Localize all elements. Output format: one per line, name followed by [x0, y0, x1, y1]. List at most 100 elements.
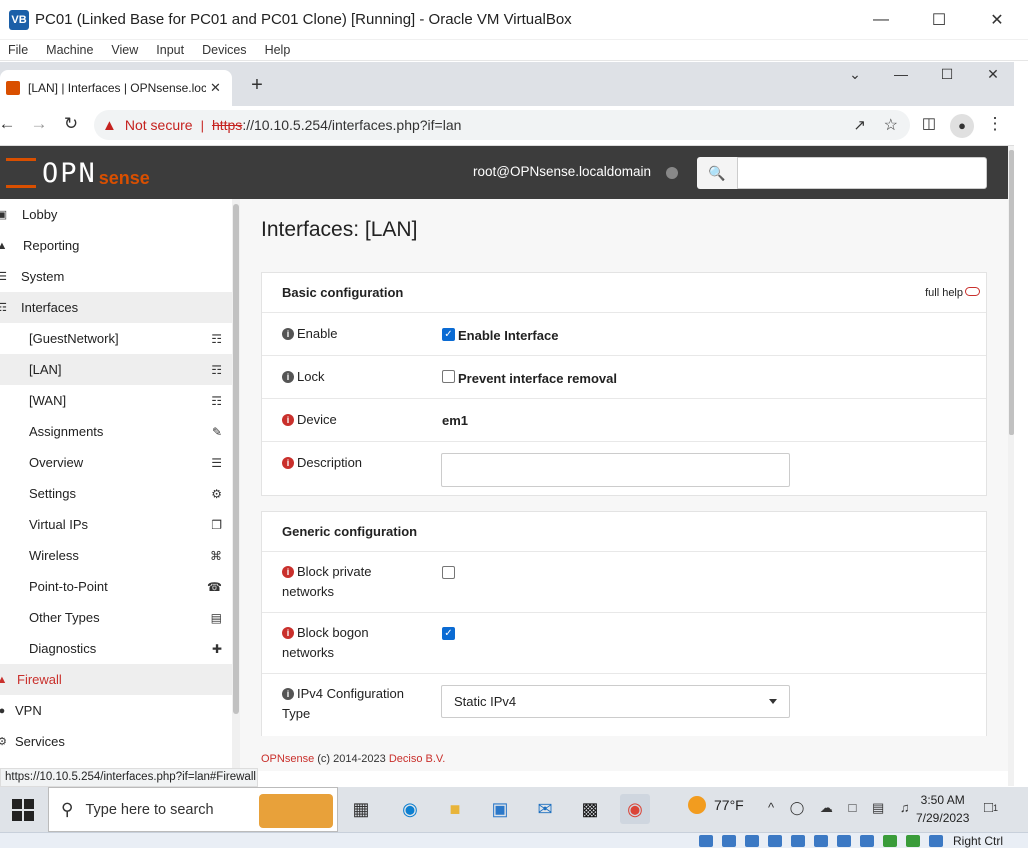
- menu-input[interactable]: Input: [156, 43, 184, 57]
- store-icon[interactable]: ▣: [485, 794, 515, 824]
- browser-minimize-button[interactable]: —: [878, 66, 924, 88]
- sidebar-item-other-types[interactable]: Other Types ▤: [0, 602, 232, 633]
- windows-start-icon[interactable]: [12, 799, 34, 821]
- sidebar-item-virtual-ips[interactable]: Virtual IPs ❐: [0, 509, 232, 540]
- maximize-button[interactable]: ☐: [910, 0, 968, 40]
- mouse-integration-icon[interactable]: [906, 835, 920, 847]
- sidebar-scrollbar-thumb[interactable]: [233, 204, 239, 714]
- full-help-toggle[interactable]: full help: [925, 287, 980, 299]
- sidebar-item-vpn[interactable]: ● VPN: [0, 695, 232, 726]
- info-icon[interactable]: i: [282, 566, 294, 578]
- sidebar-item-label: Overview: [29, 455, 84, 470]
- shared-folders-icon[interactable]: [814, 835, 828, 847]
- sidebar-item-settings[interactable]: Settings ⚙: [0, 478, 232, 509]
- sidebar-item-point-to-point[interactable]: Point-to-Point ☎: [0, 571, 232, 602]
- optical-drive-icon[interactable]: [722, 835, 736, 847]
- opnsense-logo[interactable]: OPN sense: [6, 157, 150, 189]
- block-bogon-checkbox[interactable]: ✓: [442, 627, 455, 640]
- star-icon[interactable]: ☆: [884, 115, 898, 135]
- sidebar-item-wireless[interactable]: Wireless ⌘: [0, 540, 232, 571]
- kebab-menu-icon[interactable]: ⋮: [984, 114, 1006, 136]
- info-icon[interactable]: i: [282, 371, 294, 383]
- ipv4-type-select[interactable]: Static IPv4: [441, 685, 790, 718]
- menu-view[interactable]: View: [111, 43, 138, 57]
- user-menu[interactable]: root@OPNsense.localdomain: [473, 164, 651, 179]
- back-arrow-icon[interactable]: ←: [0, 114, 18, 136]
- minimize-button[interactable]: —: [852, 0, 910, 40]
- new-tab-button[interactable]: +: [246, 74, 268, 100]
- profile-avatar-icon[interactable]: ●: [950, 114, 974, 138]
- task-view-icon[interactable]: ▦: [346, 794, 376, 824]
- ipv4-type-label-text: IPv4 Configuration Type: [282, 686, 404, 721]
- block-private-label-text: Block private networks: [282, 564, 372, 599]
- page-scrollbar-thumb[interactable]: [1009, 150, 1014, 435]
- generic-configuration-panel: Generic configuration i Block private net…: [261, 511, 987, 736]
- side-panel-icon[interactable]: ◫: [918, 114, 940, 136]
- info-icon[interactable]: i: [282, 688, 294, 700]
- usb-icon[interactable]: [791, 835, 805, 847]
- sidebar-item-wan[interactable]: [WAN] ☶: [0, 385, 232, 416]
- start-pane: [12, 799, 22, 809]
- chrome-icon[interactable]: ◉: [620, 794, 650, 824]
- sidebar-item-reporting[interactable]: ▲ Reporting: [0, 230, 232, 261]
- sidebar-item-interfaces[interactable]: ☶ Interfaces: [0, 292, 232, 323]
- display-icon[interactable]: [837, 835, 851, 847]
- menu-machine[interactable]: Machine: [46, 43, 93, 57]
- lock-label-text: Lock: [297, 369, 325, 384]
- search-icon[interactable]: 🔍: [697, 157, 737, 189]
- weather-widget[interactable]: 77°F: [688, 796, 744, 814]
- host-key-label: Right Ctrl: [953, 834, 1004, 848]
- tab-search-chevron-icon[interactable]: ⌄: [832, 66, 878, 88]
- address-bar[interactable]: ▲ Not secure | https://10.10.5.254/inter…: [94, 110, 910, 140]
- footer-deciso-link[interactable]: Deciso B.V.: [389, 753, 445, 765]
- info-icon[interactable]: i: [282, 414, 294, 426]
- browser-maximize-button[interactable]: ☐: [924, 66, 970, 88]
- notification-icon[interactable]: □ 1: [984, 799, 1006, 821]
- taskbar-search-box[interactable]: ⚲ Type here to search: [48, 787, 338, 832]
- sidebar-item-lobby[interactable]: ▣ Lobby: [0, 199, 232, 230]
- status-dot-icon[interactable]: [666, 167, 678, 179]
- browser-tab[interactable]: [LAN] | Interfaces | OPNsense.localdomai…: [0, 70, 232, 106]
- system-tray-icons[interactable]: ^ ◯ ☁ □ ▤ ♫: [768, 800, 916, 816]
- edge-icon[interactable]: ◉: [395, 794, 425, 824]
- footer-opnsense-link[interactable]: OPNsense: [261, 753, 314, 765]
- sidebar-item-services[interactable]: ⚙ Services: [0, 726, 232, 757]
- reload-icon[interactable]: ↻: [60, 114, 82, 136]
- info-icon[interactable]: i: [282, 627, 294, 639]
- file-explorer-icon[interactable]: ■: [440, 794, 470, 824]
- sidebar-item-label: [GuestNetwork]: [29, 331, 119, 346]
- audio-icon[interactable]: [745, 835, 759, 847]
- search-input[interactable]: [737, 157, 987, 189]
- sidebar-item-diagnostics[interactable]: Diagnostics ✚: [0, 633, 232, 664]
- sidebar-item-lan[interactable]: [LAN] ☶: [0, 354, 232, 385]
- share-icon[interactable]: ↗: [853, 116, 866, 134]
- menu-file[interactable]: File: [8, 43, 28, 57]
- sidebar-item-overview[interactable]: Overview ☰: [0, 447, 232, 478]
- tab-close-icon[interactable]: ✕: [210, 80, 221, 96]
- mail-icon[interactable]: ✉: [530, 794, 560, 824]
- description-input[interactable]: [441, 453, 790, 487]
- sidebar-item-system[interactable]: ☰ System: [0, 261, 232, 292]
- sidebar-item-firewall[interactable]: ▲ Firewall: [0, 664, 232, 695]
- menu-devices[interactable]: Devices: [202, 43, 246, 57]
- lock-row: i Lock Prevent interface removal: [262, 356, 986, 399]
- network-icon[interactable]: [768, 835, 782, 847]
- browser-close-button[interactable]: ✕: [970, 66, 1016, 88]
- terminal-icon[interactable]: ▩: [575, 794, 605, 824]
- hdd-icon[interactable]: [699, 835, 713, 847]
- taskbar-clock[interactable]: 3:50 AM 7/29/2023: [916, 791, 969, 827]
- info-icon[interactable]: i: [282, 328, 294, 340]
- menu-help[interactable]: Help: [265, 43, 291, 57]
- close-button[interactable]: ✕: [968, 0, 1026, 40]
- recording-icon[interactable]: [860, 835, 874, 847]
- sidebar-item-assignments[interactable]: Assignments ✎: [0, 416, 232, 447]
- info-icon[interactable]: i: [282, 457, 294, 469]
- lock-checkbox[interactable]: [442, 370, 455, 383]
- sidebar-item-guestnetwork[interactable]: [GuestNetwork] ☶: [0, 323, 232, 354]
- block-private-checkbox[interactable]: [442, 566, 455, 579]
- forward-arrow-icon[interactable]: →: [28, 114, 50, 136]
- cpu-icon[interactable]: [883, 835, 897, 847]
- enable-checkbox[interactable]: ✓: [442, 328, 455, 341]
- virtualbox-menubar: File Machine View Input Devices Help: [0, 40, 1028, 61]
- keyboard-icon[interactable]: [929, 835, 943, 847]
